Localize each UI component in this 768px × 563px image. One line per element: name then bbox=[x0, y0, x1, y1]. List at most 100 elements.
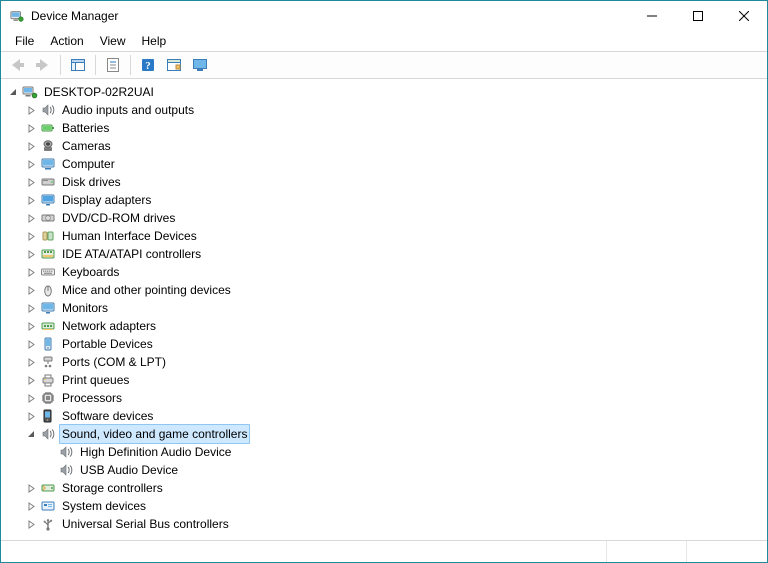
device-category[interactable]: Universal Serial Bus controllers bbox=[21, 515, 765, 533]
maximize-button[interactable] bbox=[675, 1, 721, 31]
tree-node: Monitors bbox=[21, 299, 765, 317]
device-category[interactable]: Network adapters bbox=[21, 317, 765, 335]
computer-icon bbox=[39, 156, 57, 172]
tree-item-label: Disk drives bbox=[59, 173, 124, 191]
tree-node: Audio inputs and outputs bbox=[21, 101, 765, 119]
tree-node: Network adapters bbox=[21, 317, 765, 335]
menu-view[interactable]: View bbox=[92, 32, 134, 50]
tree-item-label: DESKTOP-02R2UAI bbox=[41, 83, 157, 101]
minimize-button[interactable] bbox=[629, 1, 675, 31]
toolbar-devices-button[interactable] bbox=[162, 53, 186, 77]
device-category[interactable]: Print queues bbox=[21, 371, 765, 389]
device-category[interactable]: Cameras bbox=[21, 137, 765, 155]
storage-icon bbox=[39, 480, 57, 496]
tree-item-label: Portable Devices bbox=[59, 335, 156, 353]
tree-item-label: Display adapters bbox=[59, 191, 154, 209]
tree-item-label: Batteries bbox=[59, 119, 112, 137]
tree-item-label: Monitors bbox=[59, 299, 111, 317]
device-category[interactable]: Ports (COM & LPT) bbox=[21, 353, 765, 371]
device-category[interactable]: Display adapters bbox=[21, 191, 765, 209]
expand-toggle[interactable] bbox=[23, 318, 39, 334]
device-category[interactable]: Human Interface Devices bbox=[21, 227, 765, 245]
toolbar-separator bbox=[60, 55, 61, 75]
expand-toggle[interactable] bbox=[23, 516, 39, 532]
tree-node: Universal Serial Bus controllers bbox=[21, 515, 765, 533]
tree-item-label: Storage controllers bbox=[59, 479, 166, 497]
keyboard-icon bbox=[39, 264, 57, 280]
expand-toggle[interactable] bbox=[23, 354, 39, 370]
network-icon bbox=[39, 318, 57, 334]
device-item[interactable]: USB Audio Device bbox=[39, 461, 765, 479]
device-category[interactable]: Disk drives bbox=[21, 173, 765, 191]
device-category[interactable]: System devices bbox=[21, 497, 765, 515]
tree-node: Computer bbox=[21, 155, 765, 173]
tree-node: Sound, video and game controllers High D… bbox=[21, 425, 765, 479]
device-category[interactable]: DVD/CD-ROM drives bbox=[21, 209, 765, 227]
expand-toggle[interactable] bbox=[23, 336, 39, 352]
tree-item-label: Processors bbox=[59, 389, 125, 407]
toolbar-monitor-button[interactable] bbox=[188, 53, 212, 77]
device-category[interactable]: Software devices bbox=[21, 407, 765, 425]
device-category[interactable]: Monitors bbox=[21, 299, 765, 317]
toolbar-properties-button[interactable] bbox=[101, 53, 125, 77]
expand-toggle[interactable] bbox=[23, 300, 39, 316]
expand-toggle[interactable] bbox=[23, 102, 39, 118]
expand-toggle[interactable] bbox=[23, 192, 39, 208]
device-category[interactable]: Mice and other pointing devices bbox=[21, 281, 765, 299]
expand-toggle[interactable] bbox=[23, 390, 39, 406]
expand-toggle[interactable] bbox=[23, 174, 39, 190]
svg-text:?: ? bbox=[145, 60, 151, 72]
toolbar-help-button[interactable]: ? bbox=[136, 53, 160, 77]
collapse-toggle[interactable] bbox=[23, 426, 39, 442]
window-title: Device Manager bbox=[31, 9, 118, 23]
expand-toggle[interactable] bbox=[23, 498, 39, 514]
device-category[interactable]: Batteries bbox=[21, 119, 765, 137]
tree-item-label: Ports (COM & LPT) bbox=[59, 353, 169, 371]
menu-help[interactable]: Help bbox=[134, 32, 175, 50]
expand-toggle[interactable] bbox=[23, 138, 39, 154]
collapse-toggle[interactable] bbox=[5, 84, 21, 100]
titlebar[interactable]: Device Manager bbox=[1, 1, 767, 31]
device-manager-window: Device Manager File Action View Help bbox=[0, 0, 768, 563]
device-category[interactable]: Portable Devices bbox=[21, 335, 765, 353]
close-button[interactable] bbox=[721, 1, 767, 31]
expand-toggle[interactable] bbox=[23, 246, 39, 262]
device-item[interactable]: High Definition Audio Device bbox=[39, 443, 765, 461]
disk-icon bbox=[39, 174, 57, 190]
toolbar-back-button[interactable] bbox=[5, 53, 29, 77]
device-category[interactable]: Keyboards bbox=[21, 263, 765, 281]
device-category[interactable]: Storage controllers bbox=[21, 479, 765, 497]
menubar: File Action View Help bbox=[1, 31, 767, 51]
cpu-icon bbox=[39, 390, 57, 406]
expand-toggle[interactable] bbox=[23, 210, 39, 226]
expand-toggle[interactable] bbox=[23, 282, 39, 298]
tree-item-label: USB Audio Device bbox=[77, 461, 181, 479]
expand-toggle[interactable] bbox=[23, 120, 39, 136]
device-category[interactable]: Audio inputs and outputs bbox=[21, 101, 765, 119]
expand-toggle[interactable] bbox=[23, 480, 39, 496]
tree-item-label: Print queues bbox=[59, 371, 132, 389]
expand-toggle[interactable] bbox=[23, 372, 39, 388]
expand-toggle[interactable] bbox=[23, 228, 39, 244]
expand-toggle[interactable] bbox=[23, 408, 39, 424]
device-category[interactable]: IDE ATA/ATAPI controllers bbox=[21, 245, 765, 263]
toolbar-forward-button[interactable] bbox=[31, 53, 55, 77]
device-category[interactable]: Sound, video and game controllers bbox=[21, 425, 765, 443]
device-category[interactable]: Computer bbox=[21, 155, 765, 173]
camera-icon bbox=[39, 138, 57, 154]
tree-node: System devices bbox=[21, 497, 765, 515]
expand-toggle[interactable] bbox=[23, 156, 39, 172]
tree-node: DVD/CD-ROM drives bbox=[21, 209, 765, 227]
device-tree-panel[interactable]: DESKTOP-02R2UAI Audio inputs and outputs… bbox=[1, 79, 767, 540]
device-category[interactable]: DESKTOP-02R2UAI bbox=[3, 83, 765, 101]
speaker-icon bbox=[39, 102, 57, 118]
menu-action[interactable]: Action bbox=[42, 32, 91, 50]
toolbar-show-hide-tree-button[interactable] bbox=[66, 53, 90, 77]
device-category[interactable]: Processors bbox=[21, 389, 765, 407]
expand-toggle[interactable] bbox=[23, 264, 39, 280]
tree-node: Disk drives bbox=[21, 173, 765, 191]
tree-item-label: Sound, video and game controllers bbox=[59, 424, 250, 444]
tree-item-label: Mice and other pointing devices bbox=[59, 281, 234, 299]
menu-file[interactable]: File bbox=[7, 32, 42, 50]
monitor-icon bbox=[39, 300, 57, 316]
